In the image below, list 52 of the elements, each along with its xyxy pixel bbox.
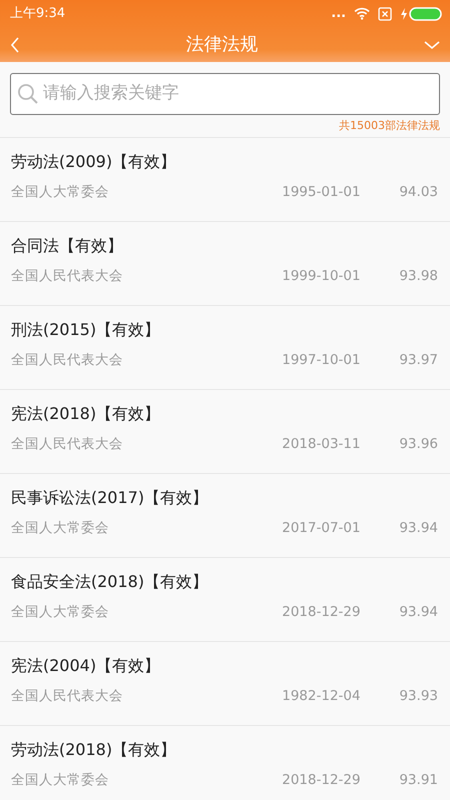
law-title: 劳动法(2009)【有效】 [11, 150, 178, 172]
date-text: 1997-10-01 [282, 350, 362, 370]
issuer-text: 全国人民代表大会 [11, 266, 124, 286]
law-title: 宪法(2004)【有效】 [11, 654, 162, 676]
back-icon[interactable] [10, 36, 20, 52]
search-icon [17, 83, 39, 105]
law-list-item[interactable]: 宪法(2018)【有效】 全国人民代表大会 2018-03-11 93.96 [0, 388, 450, 472]
sim-icon [378, 6, 392, 20]
issuer-text: 全国人民代表大会 [11, 350, 124, 370]
issuer-text: 全国人大常委会 [11, 182, 110, 202]
law-title: 民事诉讼法(2017)【有效】 [11, 486, 210, 508]
score-text: 93.96 [398, 434, 438, 454]
law-list-item[interactable]: 合同法【有效】 全国人民代表大会 1999-10-01 93.98 [0, 220, 450, 304]
score-text: 93.94 [398, 602, 438, 622]
wifi-icon [354, 7, 370, 20]
law-list-item[interactable]: 民事诉讼法(2017)【有效】 全国人大常委会 2017-07-01 93.94 [0, 472, 450, 556]
law-list-item[interactable]: 刑法(2015)【有效】 全国人民代表大会 1997-10-01 93.97 [0, 304, 450, 388]
law-list-item[interactable]: 劳动法(2018)【有效】 全国人大常委会 2018-12-29 93.91 [0, 724, 450, 800]
law-count: 共15003部法律法规 [338, 118, 441, 134]
issuer-text: 全国人大常委会 [11, 770, 110, 790]
signal-dots: ... [331, 4, 346, 23]
battery-icon [400, 6, 442, 20]
law-list-item[interactable]: 食品安全法(2018)【有效】 全国人大常委会 2018-12-29 93.94 [0, 556, 450, 640]
date-text: 1982-12-04 [282, 686, 362, 706]
issuer-text: 全国人大常委会 [11, 602, 110, 622]
law-title: 合同法【有效】 [11, 234, 124, 256]
law-title: 宪法(2018)【有效】 [11, 402, 162, 424]
score-text: 93.93 [398, 686, 438, 706]
date-text: 2018-12-29 [282, 602, 362, 622]
date-text: 1999-10-01 [282, 266, 362, 286]
law-list-item[interactable]: 劳动法(2009)【有效】 全国人大常委会 1995-01-01 94.03 [0, 136, 450, 220]
score-text: 94.03 [398, 182, 438, 202]
law-title: 劳动法(2018)【有效】 [11, 738, 178, 760]
issuer-text: 全国人民代表大会 [11, 686, 124, 706]
law-title: 刑法(2015)【有效】 [11, 318, 162, 340]
search-field[interactable]: 请输入搜索关键字 [10, 73, 440, 115]
status-time: 上午9:34 [10, 4, 66, 23]
date-text: 2017-07-01 [282, 518, 362, 538]
date-text: 2018-12-29 [282, 770, 362, 790]
law-title: 食品安全法(2018)【有效】 [11, 570, 210, 592]
date-text: 1995-01-01 [282, 182, 362, 202]
date-text: 2018-03-11 [282, 434, 362, 454]
chevron-down-icon[interactable] [424, 40, 440, 50]
law-list-item[interactable]: 宪法(2004)【有效】 全国人民代表大会 1982-12-04 93.93 [0, 640, 450, 724]
score-text: 93.94 [398, 518, 438, 538]
search-input[interactable]: 请输入搜索关键字 [43, 81, 433, 107]
page-title: 法律法规 [186, 33, 258, 57]
issuer-text: 全国人大常委会 [11, 518, 110, 538]
issuer-text: 全国人民代表大会 [11, 434, 124, 454]
score-text: 93.98 [398, 266, 438, 286]
score-text: 93.97 [398, 350, 438, 370]
score-text: 93.91 [398, 770, 438, 790]
